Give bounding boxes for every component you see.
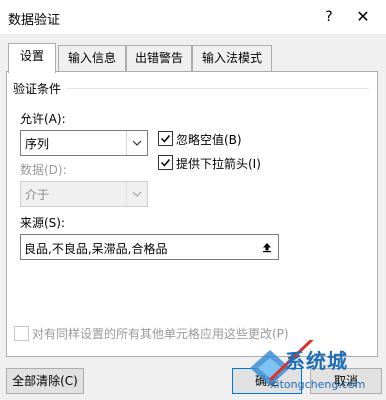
- allow-select-value: 序列: [25, 137, 50, 151]
- ignore-blank-checkbox[interactable]: [158, 131, 173, 146]
- chevron-down-icon: [126, 182, 147, 206]
- title-bar: 数据验证 ? ✕: [0, 0, 386, 34]
- watermark-url: xitongcheng.com: [270, 378, 366, 391]
- allow-select[interactable]: 序列: [20, 130, 148, 156]
- checkmark-icon: [160, 135, 171, 143]
- dialog-title: 数据验证: [8, 13, 61, 28]
- collapse-dialog-button[interactable]: [256, 234, 279, 260]
- tab-settings[interactable]: 设置: [8, 43, 56, 73]
- checkmark-icon: [160, 159, 171, 167]
- tab-error-alert[interactable]: 出错警告: [126, 45, 192, 71]
- help-button[interactable]: ?: [318, 6, 340, 28]
- source-input-value: 良品,不良品,呆滞品,合格品: [24, 242, 168, 256]
- validation-group-title: 验证条件: [13, 80, 68, 97]
- upload-arrow-icon: [263, 243, 271, 253]
- chevron-down-icon: [126, 131, 147, 155]
- source-input[interactable]: 良品,不良品,呆滞品,合格品: [20, 234, 258, 260]
- source-label: 来源(S):: [20, 216, 66, 230]
- data-select-value: 介于: [25, 188, 50, 202]
- apply-all-checkbox[interactable]: [14, 326, 29, 341]
- allow-label: 允许(A):: [20, 112, 66, 126]
- dropdown-arrow-checkbox[interactable]: [158, 155, 173, 170]
- ignore-blank-label: 忽略空值(B): [176, 133, 242, 147]
- close-button[interactable]: ✕: [352, 6, 374, 28]
- clear-all-button[interactable]: 全部清除(C): [6, 368, 84, 394]
- watermark-text: 系统城: [285, 349, 348, 373]
- tab-ime-mode[interactable]: 输入法模式: [192, 45, 272, 71]
- dropdown-arrow-label: 提供下拉箭头(I): [176, 157, 261, 171]
- data-label: 数据(D):: [20, 163, 67, 177]
- tab-input-message[interactable]: 输入信息: [58, 45, 126, 71]
- data-select[interactable]: 介于: [20, 181, 148, 207]
